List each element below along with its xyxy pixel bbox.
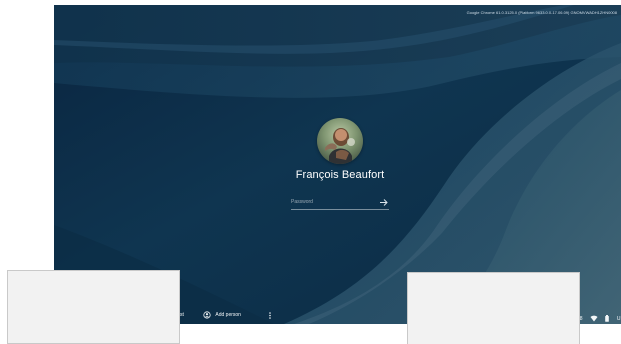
page: Google Chrome 61.0.3125.0 (Platform 9633…: [0, 0, 621, 344]
add-person-button[interactable]: Add person: [203, 310, 241, 320]
user-name: François Beaufort: [295, 169, 385, 181]
blank-overlay-left: [7, 270, 180, 344]
password-input[interactable]: [291, 196, 373, 208]
more-vert-icon: [269, 312, 271, 319]
blank-overlay-right: [407, 272, 580, 344]
user-avatar[interactable]: [317, 118, 363, 164]
keyboard-language: US: [616, 315, 621, 322]
arrow-right-icon[interactable]: [379, 198, 389, 207]
password-field: [291, 196, 389, 210]
version-info: Google Chrome 61.0.3125.0 (Platform 9633…: [466, 10, 617, 15]
browse-as-guest-label[interactable]: st: [180, 310, 184, 320]
avatar-image: [317, 118, 363, 164]
wifi-icon: [590, 315, 598, 322]
status-tray[interactable]: 58 US: [577, 310, 621, 323]
battery-icon: [605, 315, 610, 323]
add-person-label: Add person: [215, 312, 241, 318]
add-person-icon: [203, 311, 211, 319]
more-options-button[interactable]: [267, 310, 273, 320]
